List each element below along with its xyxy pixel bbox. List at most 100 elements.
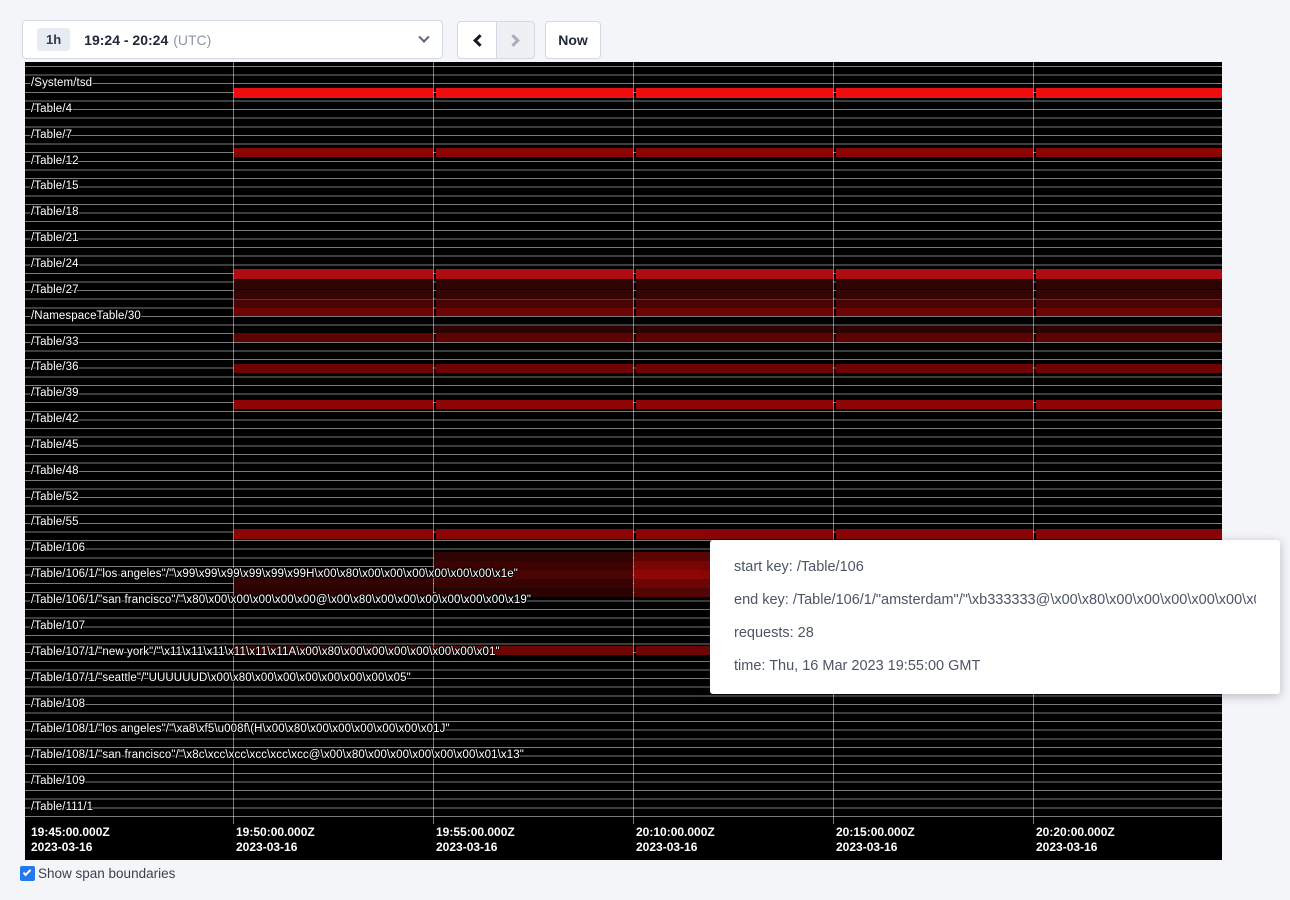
activity-band[interactable] <box>436 148 634 157</box>
activity-band[interactable] <box>636 300 834 308</box>
previous-range-button[interactable] <box>457 21 496 59</box>
tooltip-requests: requests: 28 <box>734 617 1256 650</box>
row-label: /Table/21 <box>31 232 79 244</box>
activity-band[interactable] <box>836 280 1034 289</box>
activity-band[interactable] <box>234 269 434 279</box>
activity-band[interactable] <box>636 308 834 316</box>
activity-band[interactable] <box>436 308 634 316</box>
footer-controls: Show span boundaries <box>20 866 175 881</box>
activity-band[interactable] <box>836 308 1034 316</box>
axis-tick-label: 19:55:00.000Z2023-03-16 <box>436 825 515 855</box>
show-span-boundaries-checkbox[interactable] <box>20 866 35 881</box>
tick-date: 2023-03-16 <box>836 840 915 855</box>
activity-band[interactable] <box>436 300 634 308</box>
activity-band[interactable] <box>1036 400 1223 409</box>
row-label: /Table/106/1/"san francisco"/"\x80\x00\x… <box>31 594 531 606</box>
checkmark-icon <box>23 867 31 875</box>
row-label: /Table/12 <box>31 155 79 167</box>
activity-band[interactable] <box>234 333 434 342</box>
activity-band[interactable] <box>836 529 1034 539</box>
activity-band[interactable] <box>436 364 634 373</box>
activity-band[interactable] <box>436 400 634 409</box>
row-label: /Table/45 <box>31 439 79 451</box>
show-span-boundaries-label[interactable]: Show span boundaries <box>38 866 175 881</box>
row-label: /Table/7 <box>31 129 72 141</box>
activity-band[interactable] <box>234 88 434 98</box>
activity-band[interactable] <box>434 326 634 333</box>
activity-band[interactable] <box>1036 529 1223 539</box>
activity-band[interactable] <box>636 269 834 279</box>
activity-band[interactable] <box>836 333 1034 342</box>
activity-band[interactable] <box>836 326 1034 333</box>
activity-band[interactable] <box>636 400 834 409</box>
activity-band[interactable] <box>436 269 634 279</box>
activity-band[interactable] <box>434 552 634 561</box>
time-range-dropdown[interactable]: 1h 19:24 - 20:24 (UTC) <box>22 20 443 59</box>
axis-tick-label: 19:45:00.000Z2023-03-16 <box>31 825 110 855</box>
row-label: /Table/55 <box>31 516 79 528</box>
activity-band[interactable] <box>836 290 1034 299</box>
activity-band[interactable] <box>234 529 434 539</box>
activity-band[interactable] <box>836 88 1034 98</box>
activity-band[interactable] <box>234 400 434 409</box>
activity-band[interactable] <box>1036 280 1223 289</box>
activity-band[interactable] <box>234 148 434 157</box>
activity-band[interactable] <box>836 300 1034 308</box>
activity-band[interactable] <box>436 333 634 342</box>
activity-band[interactable] <box>636 290 834 299</box>
row-label: /Table/52 <box>31 491 79 503</box>
activity-band[interactable] <box>436 290 634 299</box>
tick-date: 2023-03-16 <box>1036 840 1115 855</box>
activity-band[interactable] <box>1036 290 1223 299</box>
tick-time: 19:55:00.000Z <box>436 825 515 840</box>
activity-band[interactable] <box>1036 148 1223 157</box>
activity-band[interactable] <box>1036 326 1223 333</box>
activity-band[interactable] <box>1036 333 1223 342</box>
span-boundaries-lines <box>25 66 1222 818</box>
activity-band[interactable] <box>636 280 834 289</box>
tooltip-time: time: Thu, 16 Mar 2023 19:55:00 GMT <box>734 650 1256 683</box>
next-range-button[interactable] <box>496 21 535 59</box>
activity-band[interactable] <box>836 364 1034 373</box>
row-label: /Table/48 <box>31 465 79 477</box>
activity-band[interactable] <box>436 88 634 98</box>
row-label: /Table/33 <box>31 336 79 348</box>
activity-band[interactable] <box>234 300 434 308</box>
activity-band[interactable] <box>1036 364 1223 373</box>
now-button[interactable]: Now <box>545 21 601 59</box>
activity-band[interactable] <box>234 280 434 289</box>
row-label: /Table/109 <box>31 775 85 787</box>
activity-band[interactable] <box>234 308 434 316</box>
tick-time: 20:15:00.000Z <box>836 825 915 840</box>
tick-date: 2023-03-16 <box>236 840 315 855</box>
range-duration-badge: 1h <box>37 28 70 51</box>
activity-band[interactable] <box>1036 308 1223 316</box>
row-label: /Table/42 <box>31 413 79 425</box>
row-label: /Table/108/1/"san francisco"/"\x8c\xcc\x… <box>31 749 524 761</box>
time-gridline <box>1033 62 1034 824</box>
time-gridline <box>233 62 234 824</box>
activity-band[interactable] <box>636 529 834 539</box>
activity-band[interactable] <box>436 280 634 289</box>
activity-band[interactable] <box>836 269 1034 279</box>
activity-band[interactable] <box>636 364 834 373</box>
row-label: /Table/108/1/"los angeles"/"\xa8\xf5\u00… <box>31 723 450 735</box>
row-label: /Table/107/1/"seattle"/"UUUUUUD\x00\x80\… <box>31 672 411 684</box>
activity-band[interactable] <box>636 333 834 342</box>
activity-band[interactable] <box>636 326 834 333</box>
activity-band[interactable] <box>836 148 1034 157</box>
chevron-right-icon <box>507 34 520 47</box>
activity-band[interactable] <box>636 148 834 157</box>
activity-band[interactable] <box>1036 88 1223 98</box>
activity-band[interactable] <box>234 579 434 588</box>
activity-band[interactable] <box>234 364 434 373</box>
activity-band[interactable] <box>234 290 434 299</box>
activity-band[interactable] <box>434 579 634 588</box>
activity-band[interactable] <box>1036 300 1223 308</box>
key-visualizer-canvas[interactable]: /System/tsd/Table/4/Table/7/Table/12/Tab… <box>25 62 1222 860</box>
row-label: /Table/36 <box>31 361 79 373</box>
activity-band[interactable] <box>836 400 1034 409</box>
activity-band[interactable] <box>436 529 634 539</box>
activity-band[interactable] <box>636 88 834 98</box>
activity-band[interactable] <box>1036 269 1223 279</box>
